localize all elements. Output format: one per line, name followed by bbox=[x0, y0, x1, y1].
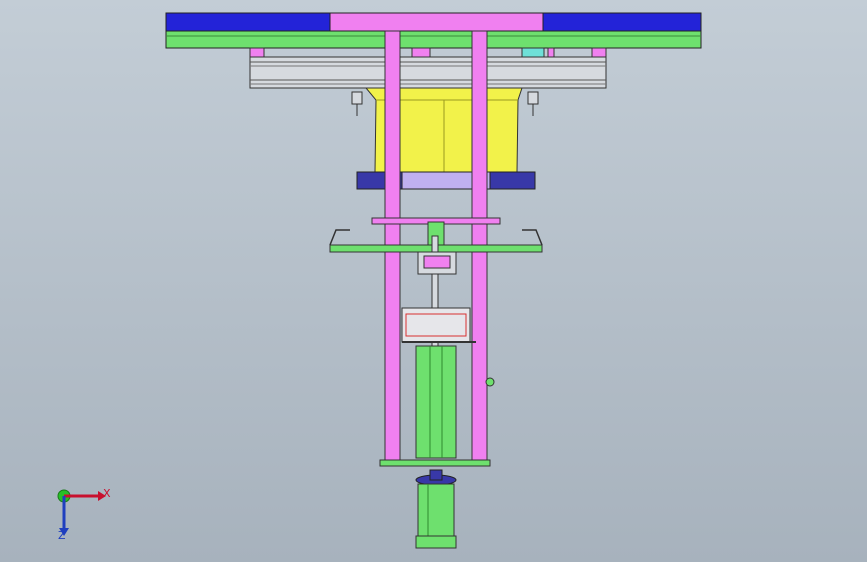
z-axis-label: Z bbox=[58, 529, 66, 542]
clamp-box bbox=[401, 307, 471, 343]
bottom-crossbar bbox=[379, 459, 491, 467]
cad-viewport[interactable]: X Z bbox=[0, 0, 867, 562]
green-cylinder-upper bbox=[415, 345, 457, 459]
green-base-plate bbox=[165, 30, 702, 49]
top-beam-center bbox=[329, 12, 544, 32]
bolt-right bbox=[527, 91, 539, 116]
top-beam-left bbox=[165, 12, 331, 32]
hook-left bbox=[329, 229, 350, 246]
bracket-right bbox=[591, 47, 607, 58]
assembly-model[interactable] bbox=[0, 0, 867, 562]
hook-right bbox=[522, 229, 543, 246]
bracket-center-left bbox=[411, 47, 431, 58]
x-axis-label: X bbox=[103, 487, 111, 500]
side-fitting bbox=[485, 377, 495, 387]
bolt-left bbox=[351, 91, 363, 116]
bracket-center-right bbox=[521, 47, 545, 58]
bracket-left bbox=[249, 47, 265, 58]
top-beam-right bbox=[542, 12, 702, 32]
